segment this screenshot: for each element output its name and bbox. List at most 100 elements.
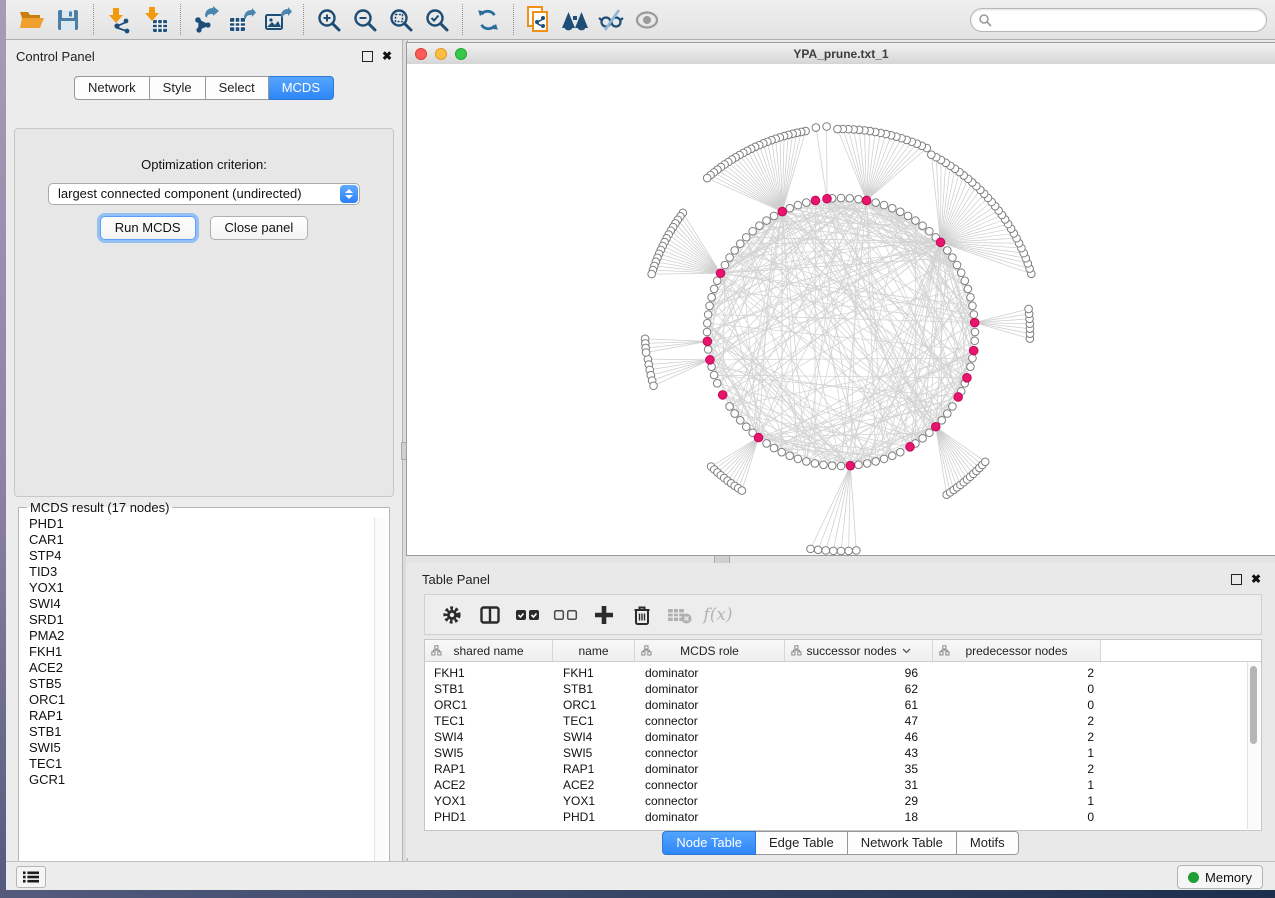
table-cell: PHD1	[425, 809, 553, 825]
tab-network[interactable]: Network	[74, 76, 150, 100]
gear-icon[interactable]	[433, 598, 471, 632]
table-row[interactable]: TEC1TEC1connector472	[425, 713, 1261, 729]
close-panel-icon[interactable]: ✖	[1251, 575, 1261, 584]
mcds-result-item[interactable]: STB5	[29, 676, 389, 692]
table-cell: 47	[785, 713, 933, 729]
table-row[interactable]: PHD1PHD1dominator180	[425, 809, 1261, 825]
mcds-result-item[interactable]: SWI4	[29, 596, 389, 612]
table-row[interactable]: STB1STB1dominator620	[425, 681, 1261, 697]
deselect-all-icon[interactable]	[547, 598, 585, 632]
run-mcds-button[interactable]: Run MCDS	[100, 216, 196, 240]
tab-network-table[interactable]: Network Table	[848, 831, 957, 855]
eye-icon[interactable]	[629, 3, 665, 37]
table-row[interactable]: SWI5SWI5connector431	[425, 745, 1261, 761]
mcds-result-item[interactable]: ORC1	[29, 692, 389, 708]
table-cell: SWI4	[553, 729, 635, 745]
select-all-icon[interactable]	[509, 598, 547, 632]
hide-glasses-icon[interactable]	[593, 3, 629, 37]
delete-table-icon[interactable]	[661, 598, 699, 632]
mcds-result-item[interactable]: ACE2	[29, 660, 389, 676]
mcds-result-item[interactable]: STB1	[29, 724, 389, 740]
memory-label: Memory	[1205, 870, 1252, 885]
float-panel-icon[interactable]	[362, 51, 373, 62]
tab-edge-table[interactable]: Edge Table	[756, 831, 848, 855]
tab-motifs[interactable]: Motifs	[957, 831, 1019, 855]
mcds-result-item[interactable]: CAR1	[29, 532, 389, 548]
column-header-predecessor-nodes[interactable]: predecessor nodes	[933, 640, 1101, 661]
table-cell: SWI5	[553, 745, 635, 761]
column-header-successor-nodes[interactable]: successor nodes	[785, 640, 933, 661]
tab-select[interactable]: Select	[206, 76, 269, 100]
table-scrollbar[interactable]	[1247, 662, 1260, 829]
sort-desc-icon	[902, 648, 911, 654]
add-icon[interactable]	[585, 598, 623, 632]
open-folder-icon[interactable]	[14, 3, 50, 37]
table-cell: 35	[785, 761, 933, 777]
table-cell: 2	[933, 761, 1101, 777]
import-table-icon[interactable]	[137, 3, 173, 37]
binoculars-icon[interactable]	[557, 3, 593, 37]
table-cell: 0	[933, 681, 1101, 697]
trash-icon[interactable]	[623, 598, 661, 632]
table-cell: 62	[785, 681, 933, 697]
mcds-result-item[interactable]: STP4	[29, 548, 389, 564]
import-network-icon[interactable]	[101, 3, 137, 37]
export-network-icon[interactable]	[188, 3, 224, 37]
zoom-in-icon[interactable]	[311, 3, 347, 37]
float-panel-icon[interactable]	[1231, 574, 1242, 585]
table-cell: 46	[785, 729, 933, 745]
mcds-result-item[interactable]: TEC1	[29, 756, 389, 772]
mcds-result-item[interactable]: RAP1	[29, 708, 389, 724]
optimization-criterion-select[interactable]: largest connected component (undirected)	[48, 183, 360, 205]
column-header-mcds-role[interactable]: MCDS role	[635, 640, 785, 661]
mcds-result-item[interactable]: YOX1	[29, 580, 389, 596]
column-header-name[interactable]: name	[553, 640, 635, 661]
view-mode-button[interactable]	[16, 866, 46, 888]
table-row[interactable]: FKH1FKH1dominator962	[425, 665, 1261, 681]
mcds-result-item[interactable]: PMA2	[29, 628, 389, 644]
desktop: { "main_toolbar": { "icons": ["open-fold…	[0, 0, 1275, 898]
network-titlebar[interactable]: YPA_prune.txt_1	[407, 43, 1275, 65]
mcds-result-item[interactable]: FKH1	[29, 644, 389, 660]
mcds-result-item[interactable]: SRD1	[29, 612, 389, 628]
tab-style[interactable]: Style	[150, 76, 206, 100]
table-cell: FKH1	[553, 665, 635, 681]
mcds-result-list[interactable]: PHD1CAR1STP4TID3YOX1SWI4SRD1PMA2FKH1ACE2…	[19, 516, 389, 788]
export-image-icon[interactable]	[260, 3, 296, 37]
scrollbar-thumb[interactable]	[1250, 666, 1257, 744]
zoom-selected-icon[interactable]	[419, 3, 455, 37]
attribute-type-icon	[791, 645, 802, 656]
attribute-type-icon	[641, 645, 652, 656]
zoom-fit-icon[interactable]	[383, 3, 419, 37]
clone-network-icon[interactable]	[521, 3, 557, 37]
mcds-result-item[interactable]: GCR1	[29, 772, 389, 788]
close-panel-button[interactable]: Close panel	[210, 216, 309, 240]
close-panel-icon[interactable]: ✖	[382, 52, 392, 61]
table-cell: 1	[933, 793, 1101, 809]
function-icon[interactable]: f(x)	[699, 598, 737, 632]
columns-icon[interactable]	[471, 598, 509, 632]
table-cell: dominator	[635, 761, 785, 777]
network-canvas[interactable]	[407, 64, 1275, 555]
export-table-icon[interactable]	[224, 3, 260, 37]
network-graph[interactable]	[407, 64, 1275, 555]
mcds-result-item[interactable]: PHD1	[29, 516, 389, 532]
tab-node-table[interactable]: Node Table	[662, 831, 756, 855]
column-header-shared-name[interactable]: shared name	[425, 640, 553, 661]
search-input[interactable]	[992, 10, 1266, 30]
network-title: YPA_prune.txt_1	[407, 47, 1275, 61]
mcds-result-item[interactable]: TID3	[29, 564, 389, 580]
mcds-list-scrollbar[interactable]	[374, 517, 386, 870]
table-row[interactable]: ACE2ACE2connector311	[425, 777, 1261, 793]
save-icon[interactable]	[50, 3, 86, 37]
table-row[interactable]: RAP1RAP1dominator352	[425, 761, 1261, 777]
attribute-type-icon	[939, 645, 950, 656]
zoom-out-icon[interactable]	[347, 3, 383, 37]
mcds-result-item[interactable]: SWI5	[29, 740, 389, 756]
table-row[interactable]: YOX1YOX1connector291	[425, 793, 1261, 809]
tab-mcds[interactable]: MCDS	[269, 76, 334, 100]
memory-button[interactable]: Memory	[1177, 865, 1263, 889]
table-row[interactable]: SWI4SWI4dominator462	[425, 729, 1261, 745]
refresh-icon[interactable]	[470, 3, 506, 37]
table-row[interactable]: ORC1ORC1dominator610	[425, 697, 1261, 713]
